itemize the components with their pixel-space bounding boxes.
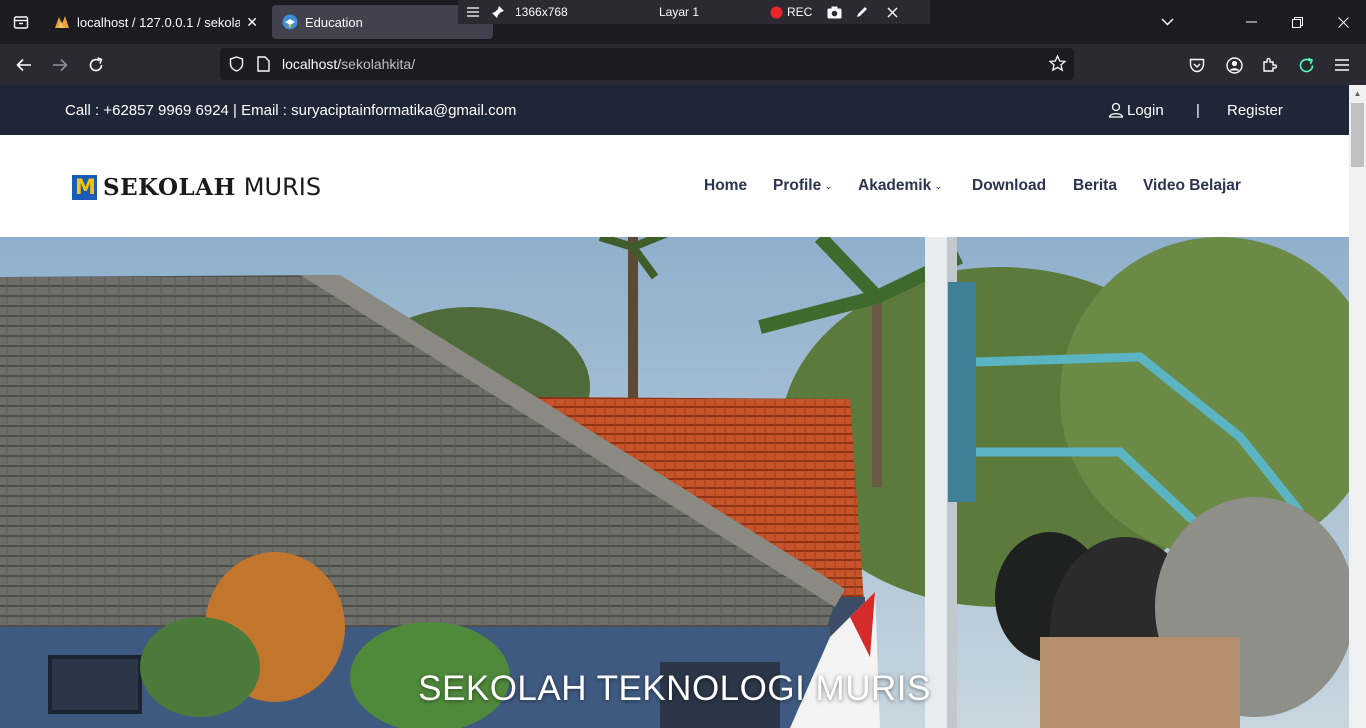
recording-resolution: 1366x768 bbox=[515, 5, 568, 19]
restore-icon[interactable] bbox=[1274, 0, 1320, 44]
screen-recorder-toolbar: 1366x768 Layar 1 REC bbox=[458, 0, 930, 24]
close-recorder-icon[interactable] bbox=[887, 0, 898, 24]
user-icon bbox=[1108, 102, 1124, 118]
site-logo[interactable]: M SEKOLAH MURIS bbox=[72, 173, 321, 201]
chevron-down-icon: ⌄ bbox=[824, 180, 833, 192]
scroll-up-arrow-icon[interactable]: ▲ bbox=[1349, 85, 1366, 102]
page-icon[interactable] bbox=[257, 56, 270, 77]
login-label: Login bbox=[1127, 101, 1164, 119]
back-arrow-icon[interactable] bbox=[7, 48, 41, 82]
hero-banner: SEKOLAH TEKNOLOGI MURIS bbox=[0, 237, 1349, 728]
nav-berita[interactable]: Berita bbox=[1073, 135, 1117, 237]
scrollbar-thumb[interactable] bbox=[1351, 103, 1364, 167]
contact-info: Call : +62857 9969 6924 | Email : suryac… bbox=[65, 101, 517, 119]
browser-toolbar: localhost/sekolahkita/ bbox=[0, 44, 1366, 85]
logo-mark-icon: M bbox=[72, 174, 97, 200]
camera-icon[interactable] bbox=[827, 0, 842, 24]
pencil-icon[interactable] bbox=[855, 0, 869, 24]
hero-photo bbox=[0, 237, 1349, 728]
hamburger-menu-icon[interactable] bbox=[1325, 48, 1359, 82]
nav-home[interactable]: Home bbox=[704, 135, 747, 237]
phpmyadmin-icon bbox=[55, 16, 69, 28]
list-all-tabs-icon[interactable] bbox=[0, 0, 42, 44]
topbar-separator: | bbox=[1196, 101, 1200, 119]
extensions-icon[interactable] bbox=[1253, 48, 1287, 82]
recording-layer[interactable]: Layar 1 bbox=[659, 0, 699, 24]
nav-video-belajar[interactable]: Video Belajar bbox=[1143, 135, 1241, 237]
chevron-down-icon: ⌄ bbox=[934, 180, 943, 192]
tab-overflow-chevron-icon[interactable] bbox=[1144, 0, 1190, 44]
sync-icon[interactable] bbox=[1289, 48, 1323, 82]
nav-profile[interactable]: Profile ⌄ bbox=[773, 135, 833, 237]
login-link[interactable]: Login bbox=[1108, 85, 1164, 135]
tab-title: localhost / 127.0.0.1 / sekolah | bbox=[77, 14, 241, 30]
url-path: sekolahkita/ bbox=[341, 56, 416, 72]
site-topbar: Call : +62857 9969 6924 | Email : suryac… bbox=[0, 85, 1349, 135]
browser-tab-bar: localhost / 127.0.0.1 / sekolah | ✕ Educ… bbox=[0, 0, 1366, 44]
close-window-icon[interactable] bbox=[1320, 0, 1366, 44]
pin-icon[interactable] bbox=[491, 0, 505, 24]
address-bar[interactable]: localhost/sekolahkita/ bbox=[220, 48, 1074, 80]
close-tab-icon[interactable]: ✕ bbox=[246, 14, 258, 31]
education-icon bbox=[282, 14, 298, 30]
logo-bold-text: SEKOLAH bbox=[103, 173, 236, 201]
reload-icon[interactable] bbox=[79, 48, 113, 82]
account-icon[interactable] bbox=[1217, 48, 1251, 82]
logo-light-text: MURIS bbox=[243, 173, 322, 201]
forward-arrow-icon[interactable] bbox=[43, 48, 77, 82]
hero-title: SEKOLAH TEKNOLOGI MURIS bbox=[418, 669, 931, 708]
tab-phpmyadmin[interactable]: localhost / 127.0.0.1 / sekolah | ✕ bbox=[44, 5, 268, 39]
menu-icon[interactable] bbox=[467, 0, 479, 24]
record-dot-icon bbox=[770, 0, 783, 24]
page-scrollbar[interactable]: ▲ bbox=[1349, 85, 1366, 728]
pocket-icon[interactable] bbox=[1180, 48, 1214, 82]
nav-download[interactable]: Download bbox=[972, 135, 1046, 237]
web-page: Call : +62857 9969 6924 | Email : suryac… bbox=[0, 85, 1366, 728]
bookmark-star-icon[interactable] bbox=[1048, 54, 1067, 77]
tab-title: Education bbox=[305, 14, 363, 30]
minimize-icon[interactable] bbox=[1228, 0, 1274, 44]
nav-akademik[interactable]: Akademik ⌄ bbox=[858, 135, 943, 237]
rec-label[interactable]: REC bbox=[787, 0, 812, 24]
url-host: localhost/ bbox=[282, 56, 342, 72]
shield-icon[interactable] bbox=[229, 56, 244, 77]
register-link[interactable]: Register bbox=[1227, 85, 1283, 135]
site-header: M SEKOLAH MURIS Home Profile ⌄ Akademik ⌄ … bbox=[0, 135, 1349, 237]
url-text[interactable]: localhost/sekolahkita/ bbox=[282, 48, 415, 80]
